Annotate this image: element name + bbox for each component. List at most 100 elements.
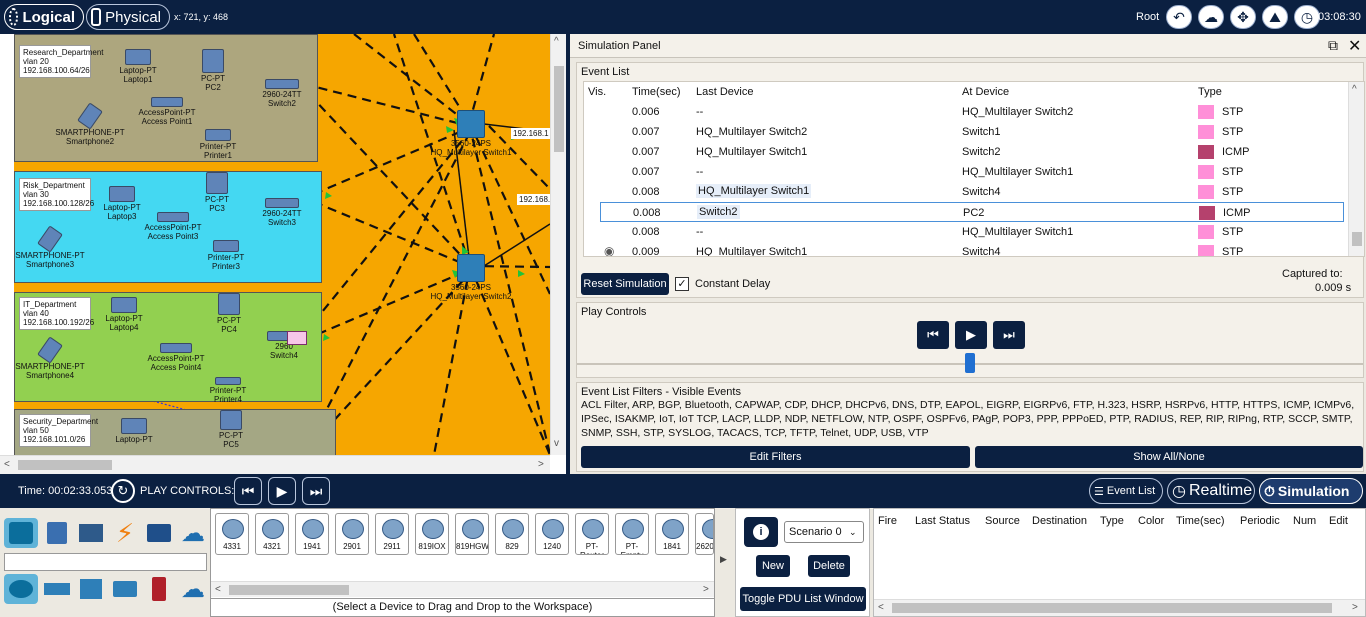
- scroll-up-icon[interactable]: ^: [554, 36, 559, 47]
- switches-subcategory-icon[interactable]: [40, 574, 74, 604]
- switch3-device[interactable]: 2960-24TT Switch3: [257, 198, 307, 227]
- scroll-left-icon[interactable]: <: [878, 602, 884, 613]
- access-point1-device[interactable]: AccessPoint-PT Access Point1: [137, 97, 197, 126]
- event-scroll-thumb[interactable]: [1352, 232, 1362, 246]
- hq-multilayer-switch1[interactable]: 3560-24PS HQ_Multilayer Switch1: [426, 110, 516, 157]
- event-row[interactable]: 0.007 HQ_Multilayer Switch2 Switch1 STP: [584, 122, 1348, 142]
- navigation-icon[interactable]: ✥: [1230, 5, 1256, 29]
- event-list-scrollbar[interactable]: ^: [1348, 82, 1364, 256]
- clock-icon[interactable]: ◷: [1294, 5, 1320, 29]
- pc4-device[interactable]: PC-PT PC4: [209, 293, 249, 334]
- security-laptop-device[interactable]: Laptop-PT: [109, 418, 159, 444]
- model-strip-scrollbar[interactable]: < >: [211, 581, 714, 597]
- miscellaneous-category-icon[interactable]: [142, 518, 176, 548]
- event-row[interactable]: ◉ 0.009 HQ_Multilayer Switch1 Switch4 STP: [584, 242, 1348, 256]
- scroll-up-icon[interactable]: ^: [1352, 84, 1357, 95]
- router-model-tile[interactable]: 1240: [535, 513, 569, 555]
- router-model-tile[interactable]: 819HGW: [455, 513, 489, 555]
- toggle-pdu-list-button[interactable]: Toggle PDU List Window: [740, 587, 866, 611]
- reset-simulation-button[interactable]: Reset Simulation: [581, 273, 669, 295]
- event-row[interactable]: 0.008 HQ_Multilayer Switch1 Switch4 STP: [584, 182, 1348, 202]
- cloud-icon[interactable]: ☁: [1198, 5, 1224, 29]
- router-model-tile[interactable]: 819IOX: [415, 513, 449, 555]
- smartphone4-device[interactable]: SMARTPHONE-PT Smartphone4: [15, 336, 85, 380]
- constant-delay-checkbox[interactable]: ✓: [675, 277, 689, 291]
- physical-tab[interactable]: Physical: [86, 4, 170, 30]
- security-department-zone[interactable]: Security_Department vlan 50 192.168.101.…: [14, 409, 336, 455]
- logical-tab[interactable]: Logical: [4, 4, 84, 30]
- risk-department-zone[interactable]: Risk_Department vlan 30 192.168.100.128/…: [14, 171, 322, 283]
- expand-arrow-icon[interactable]: ▶: [720, 554, 727, 565]
- event-row[interactable]: 0.007 -- HQ_Multilayer Switch1 STP: [584, 162, 1348, 182]
- pc2-device[interactable]: PC-PT PC2: [193, 49, 233, 92]
- workspace-vertical-scrollbar[interactable]: ^ v: [550, 34, 566, 455]
- router-model-tile[interactable]: 829: [495, 513, 529, 555]
- wan-emulation-subcategory-icon[interactable]: ☁: [176, 574, 210, 604]
- scroll-left-icon[interactable]: <: [4, 459, 10, 470]
- scroll-down-icon[interactable]: v: [554, 438, 559, 449]
- laptop1-device[interactable]: Laptop-PT Laptop1: [113, 49, 163, 84]
- edit-filters-button[interactable]: Edit Filters: [581, 446, 970, 468]
- scroll-right-icon[interactable]: >: [1352, 602, 1358, 613]
- device-search-box[interactable]: [4, 553, 207, 571]
- event-row[interactable]: 0.008 Switch2 PC2 ICMP: [600, 202, 1344, 222]
- access-point4-device[interactable]: AccessPoint-PT Access Point4: [141, 343, 211, 372]
- end-devices-category-icon[interactable]: [40, 518, 74, 548]
- close-icon[interactable]: ✕: [1348, 36, 1361, 56]
- router-model-tile[interactable]: PT-Empty: [615, 513, 649, 555]
- event-list-toggle[interactable]: ☰ Event List: [1089, 478, 1163, 504]
- event-row[interactable]: 0.008 -- HQ_Multilayer Switch1 STP: [584, 222, 1348, 242]
- undock-icon[interactable]: ⧉: [1328, 37, 1338, 54]
- event-row[interactable]: 0.007 HQ_Multilayer Switch1 Switch2 ICMP: [584, 142, 1348, 162]
- pc3-device[interactable]: PC-PT PC3: [197, 172, 237, 213]
- workspace-canvas[interactable]: Research_Department vlan 20 192.168.100.…: [14, 34, 550, 455]
- scroll-right-icon[interactable]: >: [703, 584, 709, 595]
- access-point3-device[interactable]: AccessPoint-PT Access Point3: [143, 212, 203, 241]
- pdu-list-table[interactable]: Fire Last Status Source Destination Type Colo…: [873, 508, 1366, 617]
- info-icon[interactable]: i: [744, 517, 778, 547]
- smartphone3-device[interactable]: SMARTPHONE-PT Smartphone3: [15, 225, 85, 269]
- network-devices-category-icon[interactable]: [4, 518, 38, 548]
- smartphone2-device[interactable]: SMARTPHONE-PT Smartphone2: [55, 102, 125, 146]
- logical-workspace[interactable]: Research_Department vlan 20 192.168.100.…: [0, 34, 566, 474]
- timebar-back-button[interactable]: ⏮: [234, 477, 262, 505]
- pdu-envelope-icon[interactable]: [287, 331, 307, 345]
- timebar-play-button[interactable]: ▶: [268, 477, 296, 505]
- new-scenario-button[interactable]: New: [756, 555, 790, 577]
- router-model-tile[interactable]: 2911: [375, 513, 409, 555]
- forward-step-button[interactable]: ⏭: [993, 321, 1025, 349]
- router-model-tile[interactable]: 1841: [655, 513, 689, 555]
- switch2-device[interactable]: 2960-24TT Switch2: [257, 79, 307, 108]
- pc5-device[interactable]: PC-PT PC5: [211, 410, 251, 449]
- router-model-tile[interactable]: 2901: [335, 513, 369, 555]
- playback-slider-thumb[interactable]: [965, 353, 975, 373]
- router-model-tile[interactable]: PT-Router: [575, 513, 609, 555]
- router-model-tile[interactable]: 2620: [695, 513, 714, 555]
- scroll-left-icon[interactable]: <: [215, 584, 221, 595]
- vertical-scroll-thumb[interactable]: [554, 66, 564, 152]
- pdu-list-scrollbar[interactable]: < >: [874, 599, 1365, 616]
- event-list-table[interactable]: Vis. Time(sec) Last Device At Device Typ…: [583, 81, 1365, 257]
- printer4-device[interactable]: Printer-PT Printer4: [203, 377, 253, 404]
- laptop3-device[interactable]: Laptop-PT Laptop3: [97, 186, 147, 221]
- multiuser-category-icon[interactable]: ☁: [176, 518, 210, 548]
- router-model-tile[interactable]: 1941: [295, 513, 329, 555]
- scenario-select[interactable]: Scenario 0 ⌄: [784, 521, 864, 543]
- realtime-mode-button[interactable]: ◷ Realtime: [1167, 478, 1255, 504]
- it-department-zone[interactable]: IT_Department vlan 40 192.168.100.192/26…: [14, 292, 322, 404]
- background-image-icon[interactable]: ⛰: [1262, 5, 1288, 29]
- power-cycle-icon[interactable]: ↻: [111, 479, 135, 503]
- timebar-forward-button[interactable]: ⏭: [302, 477, 330, 505]
- printer1-device[interactable]: Printer-PT Printer1: [193, 129, 243, 160]
- routers-subcategory-icon[interactable]: [4, 574, 38, 604]
- workspace-horizontal-scrollbar[interactable]: < >: [0, 455, 550, 474]
- printer3-device[interactable]: Printer-PT Printer3: [201, 240, 251, 271]
- components-category-icon[interactable]: [74, 518, 108, 548]
- hubs-subcategory-icon[interactable]: [74, 574, 108, 604]
- event-row[interactable]: 0.006 -- HQ_Multilayer Switch2 STP: [584, 102, 1348, 122]
- connections-category-icon[interactable]: ⚡: [108, 518, 142, 548]
- show-all-none-button[interactable]: Show All/None: [975, 446, 1363, 468]
- horizontal-scroll-thumb[interactable]: [18, 460, 112, 470]
- router-model-tile[interactable]: 4331: [215, 513, 249, 555]
- back-icon[interactable]: ↶: [1166, 5, 1192, 29]
